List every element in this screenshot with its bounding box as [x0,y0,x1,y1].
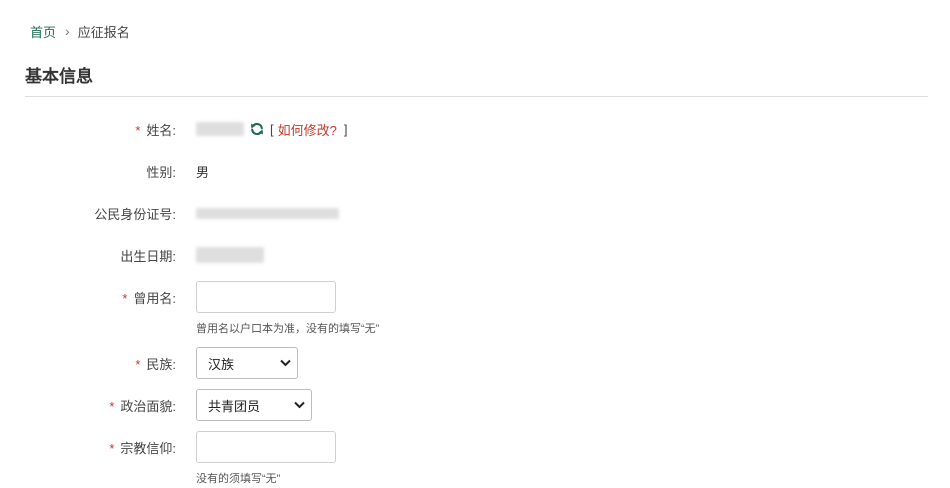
how-to-modify-link[interactable]: 如何修改? [278,120,337,139]
breadcrumb: 首页 › 应征报名 [30,22,130,40]
chevron-down-icon [280,359,291,367]
gender-label: 性别: [146,164,176,180]
religion-hint: 没有的须填写“无” [196,473,281,485]
former-name-row: * 曾用名: [0,281,336,313]
political-status-select[interactable]: 共青团员 [196,389,312,421]
religion-row: * 宗教信仰: [0,431,336,463]
political-status-row: * 政治面貌: 共青团员 [0,389,312,421]
gender-value: 男 [196,164,210,180]
name-label-text: 姓名: [146,122,176,138]
bracket-open: [ [270,121,274,137]
religion-input[interactable] [196,431,336,463]
breadcrumb-current: 应征报名 [77,24,130,40]
name-label: * 姓名: [0,120,176,139]
id-number-value [196,207,339,219]
required-mark: * [109,398,115,414]
ethnicity-field-wrap: 汉族 [196,347,298,379]
birth-date-value [196,247,264,263]
religion-label: * 宗教信仰: [0,438,176,457]
section-title: 基本信息 [25,67,93,86]
former-name-hint: 曾用名以户口本为准，没有的填写“无” [196,323,380,335]
ethnicity-row: * 民族: 汉族 [0,347,298,379]
required-mark: * [122,290,128,306]
birth-date-row: 出生日期: [0,239,264,271]
required-mark: * [135,356,141,372]
religion-label-text: 宗教信仰: [120,440,176,456]
id-number-row: 公民身份证号: [0,197,339,229]
ethnicity-label: * 民族: [0,354,176,373]
former-name-input[interactable] [196,281,336,313]
chevron-down-icon [294,401,305,409]
ethnicity-select[interactable]: 汉族 [196,347,298,379]
birth-date-label: 出生日期: [120,248,176,264]
former-name-label: * 曾用名: [0,288,176,307]
breadcrumb-home-link[interactable]: 首页 [30,22,56,41]
political-status-label-text: 政治面貌: [120,398,176,414]
chevron-right-icon: › [65,23,70,39]
political-status-label: * 政治面貌: [0,396,176,415]
ethnicity-selected: 汉族 [208,356,235,372]
former-name-label-text: 曾用名: [133,290,176,306]
name-redacted [196,122,244,136]
gender-row: 性别: 男 [0,155,209,187]
name-row: * 姓名: [ 如何修改? ] [0,113,347,145]
required-mark: * [135,122,141,138]
bracket-close: ] [343,121,348,137]
section-divider [25,96,928,97]
id-number-redacted [196,207,339,219]
religion-field-wrap [196,431,336,463]
former-name-field-wrap [196,281,336,313]
ethnicity-label-text: 民族: [146,356,176,372]
id-number-label: 公民身份证号: [94,206,176,222]
name-value: [ 如何修改? ] [196,120,347,139]
political-status-selected: 共青团员 [208,398,261,414]
refresh-icon[interactable] [249,122,264,137]
required-mark: * [109,440,115,456]
political-status-field-wrap: 共青团员 [196,389,312,421]
birth-date-redacted [196,247,264,263]
